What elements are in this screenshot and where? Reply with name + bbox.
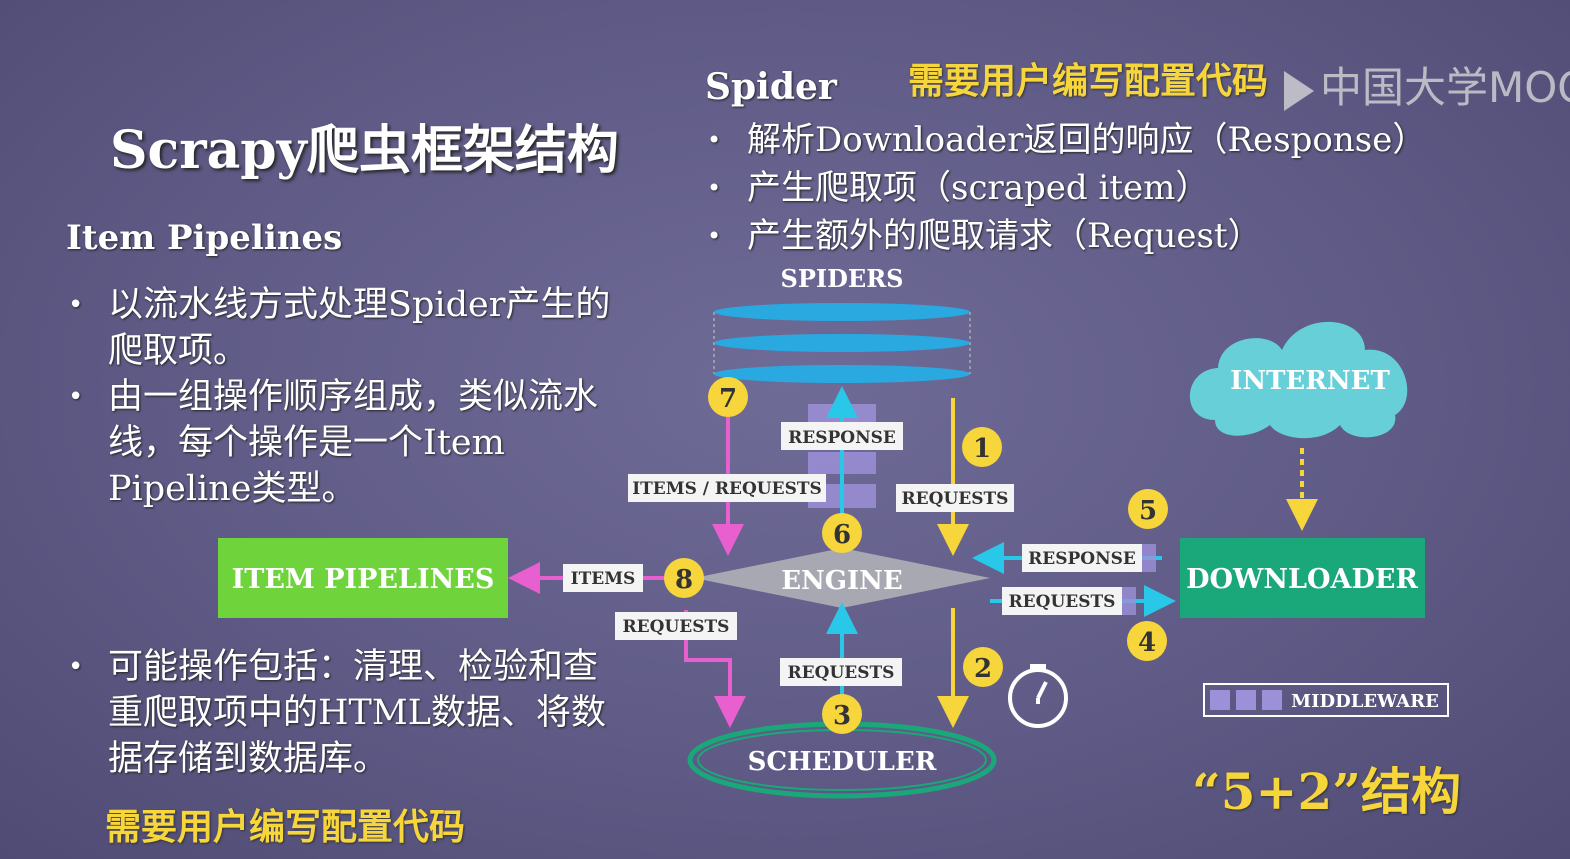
label-requests-bottom: REQUESTS	[788, 663, 895, 683]
spiders-stack	[713, 303, 971, 383]
downloader-label: DOWNLOADER	[1186, 564, 1418, 595]
label-items: ITEMS	[571, 569, 636, 589]
spiders-label: SPIDERS	[781, 264, 904, 293]
middleware-label: MIDDLEWARE	[1291, 691, 1439, 712]
internet-cloud: INTERNET	[1189, 321, 1408, 439]
step-3: 3	[833, 701, 851, 731]
step-6: 6	[833, 520, 851, 550]
step-2: 2	[974, 654, 992, 684]
label-response-right: RESPONSE	[1028, 549, 1136, 569]
label-requests-left: REQUESTS	[623, 617, 730, 637]
item-pipelines-label: ITEM PIPELINES	[232, 564, 495, 595]
scheduler-label: SCHEDULER	[748, 747, 937, 777]
label-response-top: RESPONSE	[788, 428, 896, 448]
label-requests-1: REQUESTS	[902, 489, 1009, 509]
step-7: 7	[719, 384, 737, 414]
step-8: 8	[675, 565, 693, 595]
step-5: 5	[1139, 496, 1157, 526]
stopwatch-icon	[1008, 664, 1068, 728]
step-4: 4	[1138, 628, 1156, 658]
label-items-requests: ITEMS / REQUESTS	[632, 479, 822, 499]
middleware-legend: MIDDLEWARE	[1203, 683, 1449, 717]
five-plus-two-label: “5+2”结构	[1192, 762, 1461, 821]
engine-label: ENGINE	[781, 566, 903, 596]
internet-label: INTERNET	[1230, 366, 1390, 396]
architecture-diagram: SPIDERS INTERNET DOWNLOADER ITEM PIPELIN…	[218, 264, 1449, 799]
step-1: 1	[973, 434, 991, 464]
label-requests-right: REQUESTS	[1009, 592, 1116, 612]
